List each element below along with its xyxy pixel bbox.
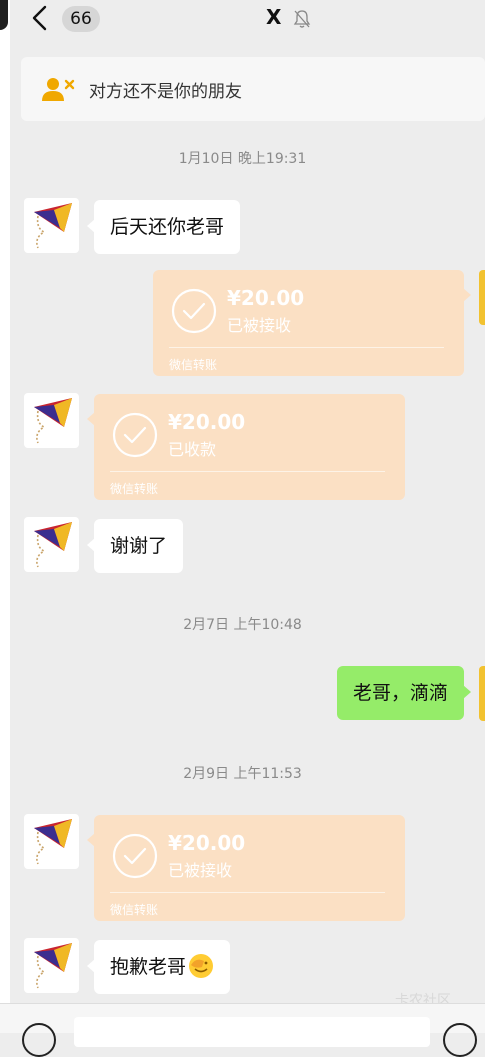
divider [169, 347, 444, 348]
message-bubble[interactable]: 抱歉老哥 [86, 940, 231, 994]
contact-avatar[interactable] [24, 393, 79, 448]
unread-count-badge[interactable]: 66 [62, 6, 100, 32]
message-text: 抱歉老哥 [110, 956, 187, 978]
transfer-amount: ¥20.00 [227, 286, 305, 310]
transfer-amount: ¥20.00 [168, 831, 246, 855]
transfer-amount: ¥20.00 [168, 410, 246, 434]
user-x-icon [42, 78, 75, 101]
back-icon[interactable] [28, 4, 52, 32]
transfer-status: 已被接收 [227, 316, 292, 335]
kite-icon [34, 398, 72, 444]
kite-icon [34, 943, 72, 989]
input-bar [0, 1003, 485, 1057]
timestamp: 2月9日 上午11:53 [183, 766, 302, 782]
message-bubble[interactable]: 谢谢了 [86, 519, 184, 573]
chat-header: 66 X [10, 0, 485, 40]
emoji-button-icon[interactable] [443, 1023, 477, 1057]
facepalm-emoji-icon [189, 954, 214, 978]
transfer-footer: 微信转账 [169, 358, 218, 372]
message-input[interactable] [74, 1017, 430, 1047]
check-circle-icon [112, 833, 158, 879]
voice-toggle-icon[interactable] [22, 1023, 56, 1057]
transfer-status: 已被接收 [168, 861, 233, 880]
transfer-footer: 微信转账 [110, 903, 159, 917]
contact-avatar[interactable] [24, 517, 79, 572]
chat-title: X [266, 5, 282, 29]
kite-icon [34, 819, 72, 865]
divider [110, 471, 385, 472]
message-bubble[interactable]: 后天还你老哥 [86, 200, 241, 254]
check-circle-icon [171, 288, 217, 334]
screen-corner [0, 0, 8, 30]
kite-icon [34, 522, 72, 568]
transfer-footer: 微信转账 [110, 482, 159, 496]
timestamp: 2月7日 上午10:48 [183, 617, 302, 633]
contact-avatar[interactable] [24, 198, 79, 253]
transfer-card[interactable]: ¥20.00 已被接收 微信转账 [153, 270, 471, 376]
transfer-status: 已收款 [168, 440, 217, 459]
self-avatar[interactable] [479, 270, 485, 325]
contact-avatar[interactable] [24, 938, 79, 993]
timestamp: 1月10日 晚上19:31 [178, 151, 307, 167]
not-friend-notice: 对方还不是你的朋友 [21, 57, 485, 121]
self-avatar[interactable] [479, 666, 485, 721]
notice-text: 对方还不是你的朋友 [89, 82, 242, 102]
mute-bell-icon [293, 10, 311, 28]
divider [110, 892, 385, 893]
transfer-card[interactable]: ¥20.00 已收款 微信转账 [87, 394, 405, 500]
check-circle-icon [112, 412, 158, 458]
transfer-card[interactable]: ¥20.00 已被接收 微信转账 [87, 815, 405, 921]
message-bubble[interactable]: 老哥，滴滴 [336, 666, 472, 720]
contact-avatar[interactable] [24, 814, 79, 869]
kite-icon [34, 203, 72, 249]
